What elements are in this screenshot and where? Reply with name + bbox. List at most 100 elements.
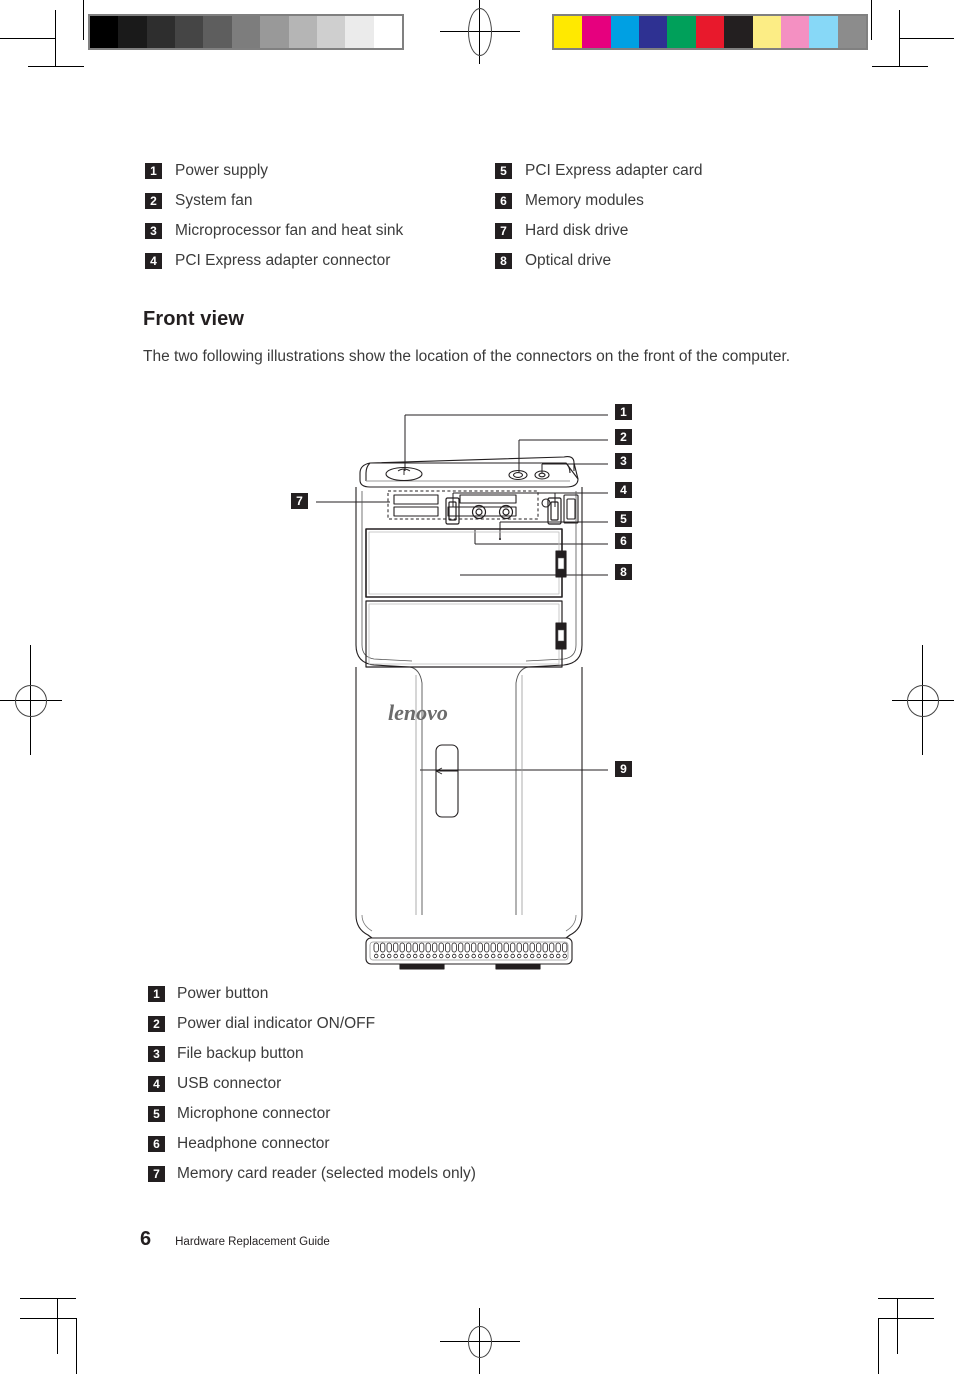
crop-mark-bottom-left-v2 [76,1318,77,1374]
color-swatch-6 [724,16,753,48]
legend-item-label: Power dial indicator ON/OFF [177,1015,376,1032]
callout-badge-9: 9 [615,761,632,777]
crop-mark-bottom-right-v [897,1298,898,1354]
color-swatch-8 [780,16,810,48]
callout-badge: 1 [145,163,162,179]
legend-item-label: System fan [175,192,253,209]
color-swatch-0 [554,16,583,48]
legend-item: 5 PCI Express adapter card [495,160,845,190]
usb-connector-2 [547,497,562,525]
legend-item-label: File backup button [177,1045,304,1062]
legend-item-label: PCI Express adapter card [525,162,703,179]
callout-badge-6: 6 [615,533,632,549]
legend-item: 2 System fan [145,190,495,220]
callout-badge: 6 [495,193,512,209]
section-paragraph: The two following illustrations show the… [143,348,791,365]
front-view-legend: 1 Power button 2 Power dial indicator ON… [148,983,748,1193]
callout-badge-1: 1 [615,404,632,420]
legend-item: 3 File backup button [148,1043,748,1073]
grayscale-swatch-1 [118,16,147,48]
callout-badge-5: 5 [615,511,632,527]
color-calibration-bar [552,14,868,50]
callout-badge-8: 8 [615,564,632,580]
legend-item-label: PCI Express adapter connector [175,252,391,269]
legend-item-label: Power button [177,985,269,1002]
grayscale-swatch-9 [345,16,374,48]
registration-mark-right-middle [892,645,954,755]
io-connectors-overlay [445,497,562,525]
legend-item-label: Microphone connector [177,1105,331,1122]
legend-item: 2 Power dial indicator ON/OFF [148,1013,748,1043]
legend-item-label: Hard disk drive [525,222,629,239]
legend-item-label: Memory modules [525,192,644,209]
callout-badge: 6 [148,1136,165,1152]
grayscale-swatch-8 [316,16,346,48]
microphone-connector-jack [471,504,487,520]
crop-mark-top-left-h2 [0,38,56,39]
legend-item: 6 Memory modules [495,190,845,220]
callout-badge-7: 7 [291,493,308,509]
legend-item: 4 USB connector [148,1073,748,1103]
grayscale-swatch-10 [373,16,402,48]
legend-item-label: Memory card reader (selected models only… [177,1165,476,1182]
legend-item: 7 Hard disk drive [495,220,845,250]
legend-item-label: Microprocessor fan and heat sink [175,222,404,239]
legend-item: 1 Power supply [145,160,495,190]
legend-item: 7 Memory card reader (selected models on… [148,1163,748,1193]
color-swatch-9 [809,16,838,48]
color-swatch-4 [667,16,696,48]
callout-badge: 3 [145,223,162,239]
grayscale-swatch-7 [288,16,317,48]
grayscale-calibration-bar [88,14,404,50]
legend-left-column: 1 Power supply 2 System fan 3 Microproce… [145,160,495,280]
legend-item: 8 Optical drive [495,250,845,280]
crop-mark-bottom-left-h2 [20,1318,76,1319]
grayscale-swatch-6 [260,16,289,48]
registration-mark-top-center [440,0,520,64]
legend-item: 4 PCI Express adapter connector [145,250,495,280]
section-heading: Front view [143,308,245,330]
legend-item: 1 Power button [148,983,748,1013]
callout-badge: 3 [148,1046,165,1062]
crop-mark-bottom-left-v [57,1298,58,1354]
registration-mark-bottom-center [440,1308,520,1374]
crop-mark-top-right-h [872,66,928,67]
crop-mark-bottom-right-v2 [878,1318,879,1374]
legend-item: 6 Headphone connector [148,1133,748,1163]
color-swatch-7 [752,16,781,48]
callout-badge: 8 [495,253,512,269]
crop-mark-bottom-right-h [878,1298,934,1299]
page-footer: 6 Hardware Replacement Guide [140,1228,330,1251]
legend-item: 3 Microprocessor fan and heat sink [145,220,495,250]
color-swatch-5 [695,16,725,48]
callout-badge: 5 [148,1106,165,1122]
color-swatch-10 [837,16,866,48]
crop-mark-bottom-right-h2 [878,1318,934,1319]
callout-badge: 5 [495,163,512,179]
callout-badge-4: 4 [615,482,632,498]
crop-mark-top-right-h2 [899,38,954,39]
grayscale-swatch-5 [231,16,261,48]
callout-badge-2: 2 [615,429,632,445]
grayscale-swatch-4 [203,16,232,48]
grayscale-swatch-0 [90,16,119,48]
grayscale-swatch-2 [146,16,176,48]
legend-item-label: Optical drive [525,252,612,269]
color-swatch-3 [639,16,668,48]
callout-badge: 1 [148,986,165,1002]
crop-mark-top-right-v2 [871,0,872,40]
callout-badge: 2 [148,1016,165,1032]
color-swatch-2 [610,16,640,48]
callout-badge: 2 [145,193,162,209]
page-number: 6 [140,1228,152,1250]
usb-connector-1 [445,497,460,525]
document-title: Hardware Replacement Guide [175,1236,330,1248]
callout-badge: 7 [148,1166,165,1182]
color-swatch-1 [582,16,611,48]
headphone-connector-jack [498,504,514,520]
crop-mark-top-left-v2 [83,0,84,40]
front-view-illustration: lenovo 1 2 3 4 5 6 8 7 9 [270,395,670,980]
crop-mark-top-left-h [28,66,84,67]
callout-badge: 7 [495,223,512,239]
legend-item-label: Headphone connector [177,1135,330,1152]
